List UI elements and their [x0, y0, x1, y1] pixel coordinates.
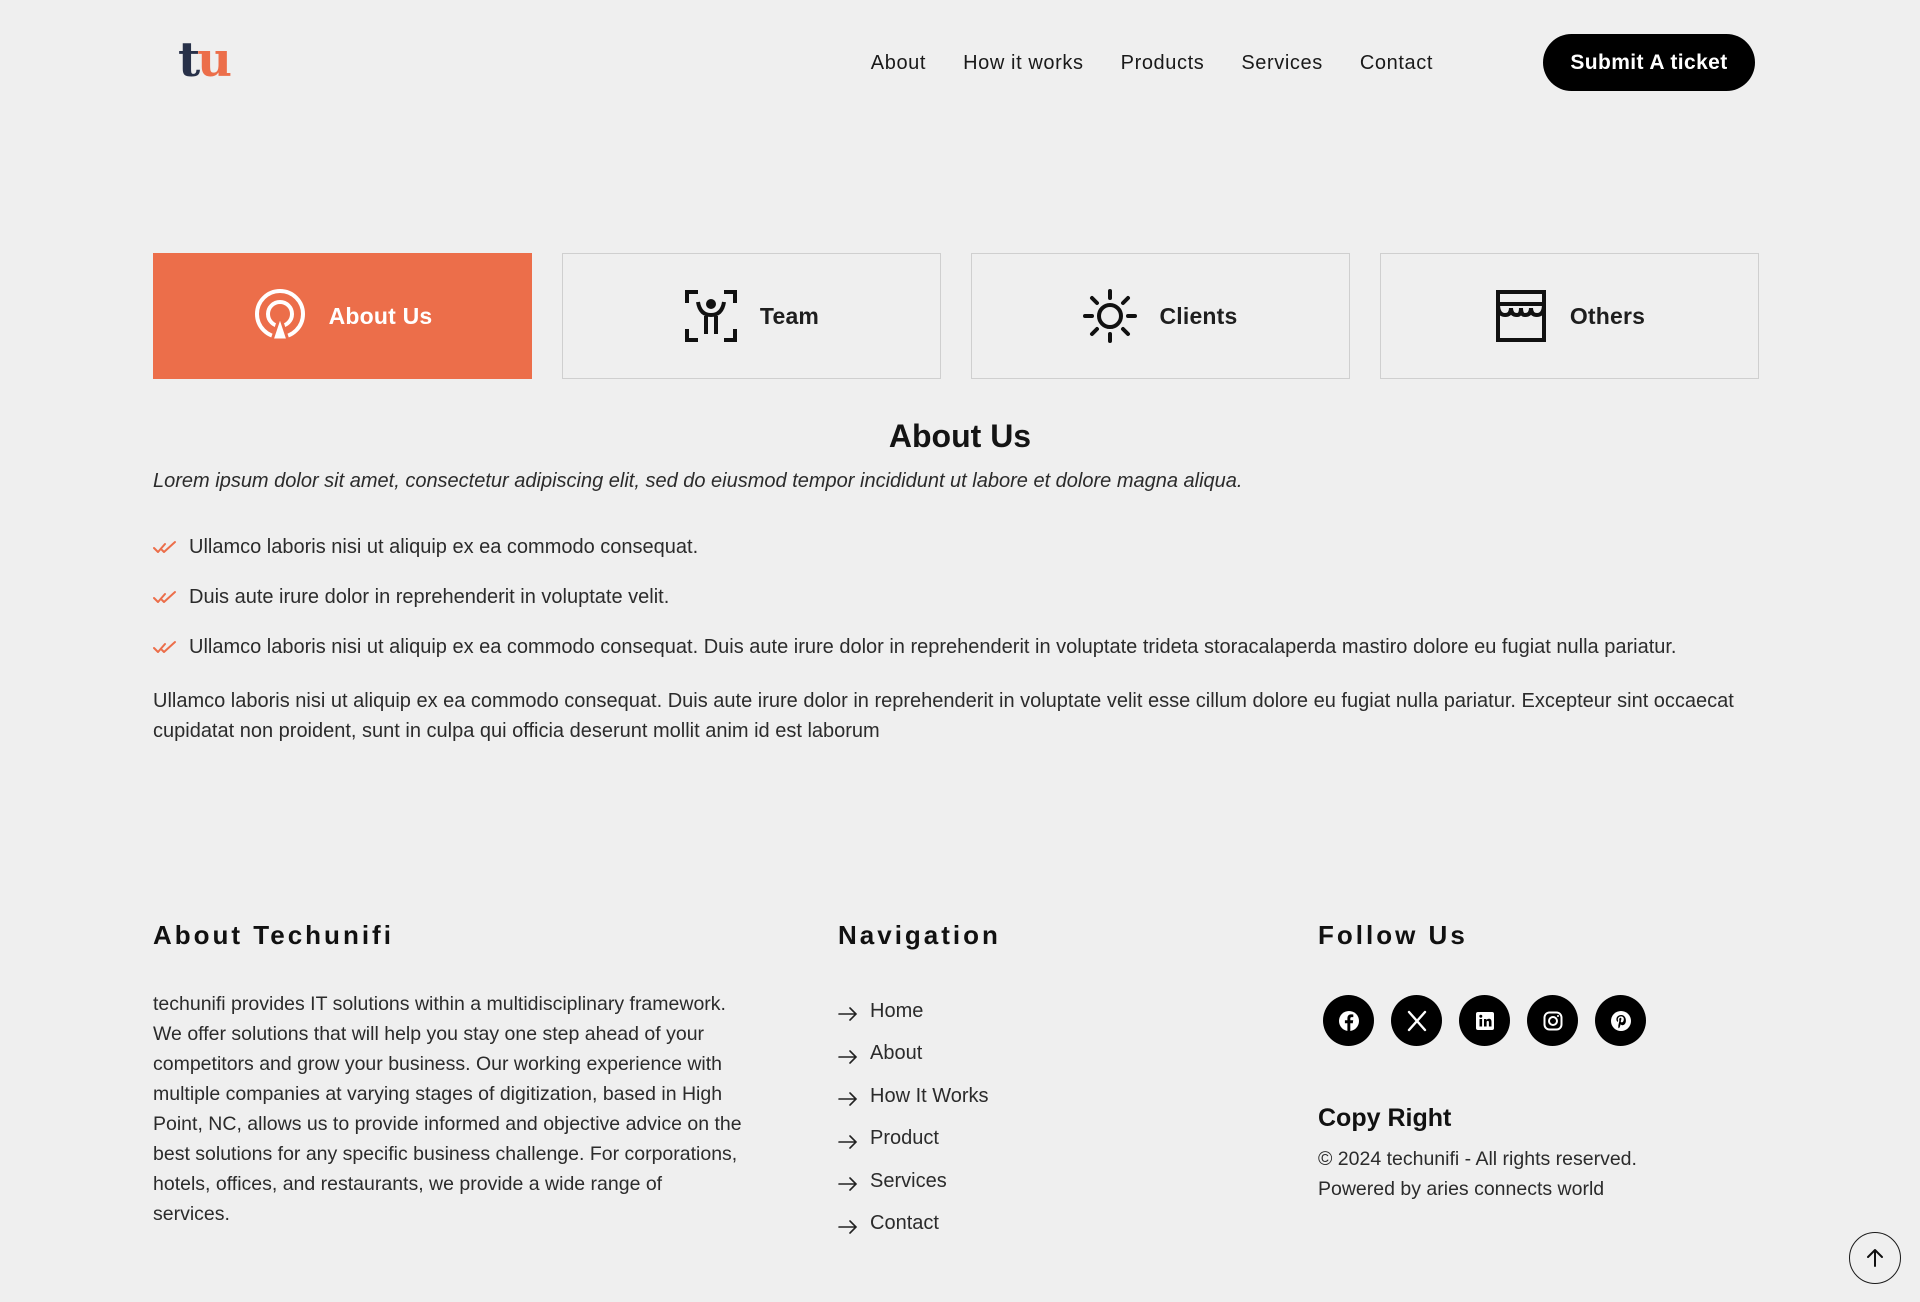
feature-checklist: Ullamco laboris nisi ut aliquip ex ea co… [153, 522, 1677, 672]
tab-others[interactable]: Others [1380, 253, 1759, 379]
footer-link-product[interactable]: Product [838, 1118, 989, 1161]
section-title: About Us [888, 418, 1032, 454]
arrow-right-icon [838, 1132, 858, 1149]
body-paragraph: Ullamco laboris nisi ut aliquip ex ea co… [153, 690, 1734, 742]
nav-link-about[interactable]: About [871, 52, 926, 75]
footer-link-label: Services [870, 1169, 947, 1192]
footer-about-text: techunifi provides IT solutions within a… [153, 993, 742, 1225]
list-item: Duis aute irure dolor in reprehenderit i… [153, 572, 1677, 622]
pinterest-link[interactable] [1595, 995, 1646, 1046]
list-item: Ullamco laboris nisi ut aliquip ex ea co… [153, 622, 1677, 672]
logo-letter-t: t [178, 32, 200, 88]
footer-link-label: Product [870, 1127, 939, 1150]
logo-letter-u: u [197, 32, 232, 88]
copyright-heading: Copy Right [1318, 1104, 1452, 1132]
linkedin-icon [1473, 1009, 1497, 1033]
nav-link-how-it-works[interactable]: How it works [963, 52, 1084, 75]
facebook-icon [1337, 1009, 1361, 1033]
tab-label: Team [759, 302, 820, 329]
footer-navigation-heading: Navigation [838, 920, 1001, 950]
x-link[interactable] [1391, 995, 1442, 1046]
arrow-right-icon [838, 1217, 858, 1234]
facebook-link[interactable] [1323, 995, 1374, 1046]
intro-text: Lorem ipsum dolor sit amet, consectetur … [153, 470, 1243, 492]
pinterest-icon [1609, 1009, 1633, 1033]
double-check-icon [153, 639, 177, 655]
footer-link-label: Contact [870, 1212, 939, 1235]
site-logo[interactable]: tu [178, 36, 232, 84]
nav-link-services[interactable]: Services [1241, 52, 1323, 75]
submit-ticket-button[interactable]: Submit A ticket [1543, 34, 1755, 91]
footer-nav: Home About How It Works Product Services… [838, 990, 989, 1245]
arrow-right-icon [838, 1047, 858, 1064]
arrow-right-icon [838, 1174, 858, 1192]
social-links [1323, 995, 1646, 1046]
list-item-text: Duis aute irure dolor in reprehenderit i… [189, 585, 670, 608]
nav-link-products[interactable]: Products [1121, 52, 1205, 75]
list-item-text: Ullamco laboris nisi ut aliquip ex ea co… [189, 535, 699, 558]
tab-team[interactable]: Team [562, 253, 941, 379]
x-icon [1405, 1009, 1429, 1033]
tab-label: About Us [328, 302, 433, 329]
double-check-icon [153, 589, 177, 605]
footer-link-services[interactable]: Services [838, 1160, 989, 1203]
arrow-right-icon [838, 1004, 858, 1022]
nav-link-contact[interactable]: Contact [1360, 52, 1433, 75]
list-item-text: Ullamco laboris nisi ut aliquip ex ea co… [189, 635, 1677, 658]
footer-link-how-it-works[interactable]: How It Works [838, 1075, 989, 1118]
footer-link-about[interactable]: About [838, 1033, 989, 1076]
linkedin-link[interactable] [1459, 995, 1510, 1046]
footer-link-label: How It Works [870, 1084, 989, 1107]
double-check-icon [153, 539, 177, 555]
footer-about-heading: About Techunifi [153, 920, 394, 950]
arrow-right-icon [838, 1089, 858, 1107]
footer-follow-heading: Follow Us [1318, 920, 1468, 950]
main-nav: About How it works Products Services Con… [871, 0, 1433, 126]
radar-icon [253, 289, 307, 343]
tab-label: Others [1569, 302, 1646, 329]
list-item: Ullamco laboris nisi ut aliquip ex ea co… [153, 522, 1677, 572]
copyright-text: © 2024 techunifi - All rights reserved. [1318, 1148, 1637, 1170]
footer-link-contact[interactable]: Contact [838, 1203, 989, 1246]
tab-about-us[interactable]: About Us [153, 253, 532, 379]
footer-link-label: About [870, 1042, 923, 1065]
back-to-top-button[interactable] [1849, 1232, 1901, 1284]
instagram-icon [1541, 1009, 1565, 1033]
tab-label: Clients [1159, 302, 1238, 329]
footer-link-label: Home [870, 999, 924, 1022]
about-tabs: About Us Team Clients Others [153, 253, 1759, 379]
footer-link-home[interactable]: Home [838, 990, 989, 1033]
tab-clients[interactable]: Clients [971, 253, 1350, 379]
instagram-link[interactable] [1527, 995, 1578, 1046]
person-scan-icon [684, 289, 738, 343]
arrow-up-icon [1864, 1247, 1886, 1269]
store-icon [1494, 289, 1548, 343]
powered-by-text: Powered by aries connects world [1318, 1178, 1605, 1200]
sun-icon [1083, 289, 1138, 343]
